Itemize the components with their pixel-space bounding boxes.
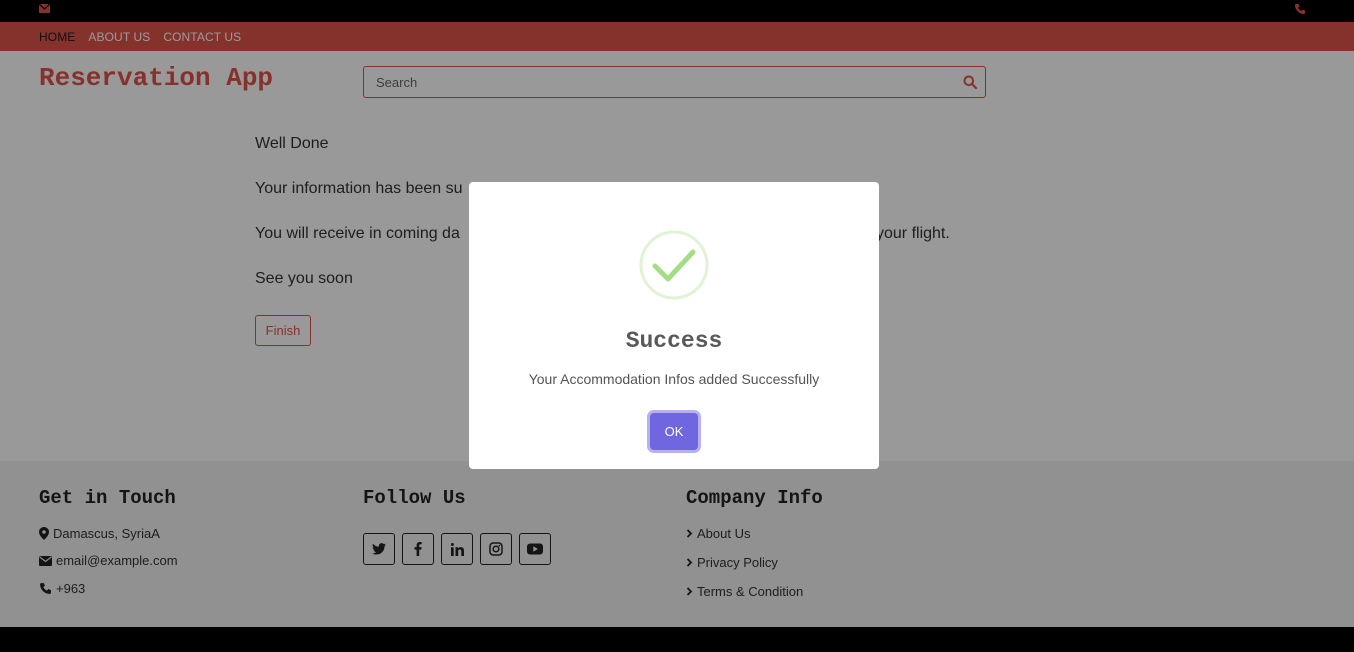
ok-button[interactable]: OK [650,413,698,450]
success-dialog: Success Your Accommodation Infos added S… [469,182,879,469]
success-check-icon [639,230,709,300]
dialog-message: Your Accommodation Infos added Successfu… [528,371,820,387]
dialog-title: Success [625,328,723,354]
